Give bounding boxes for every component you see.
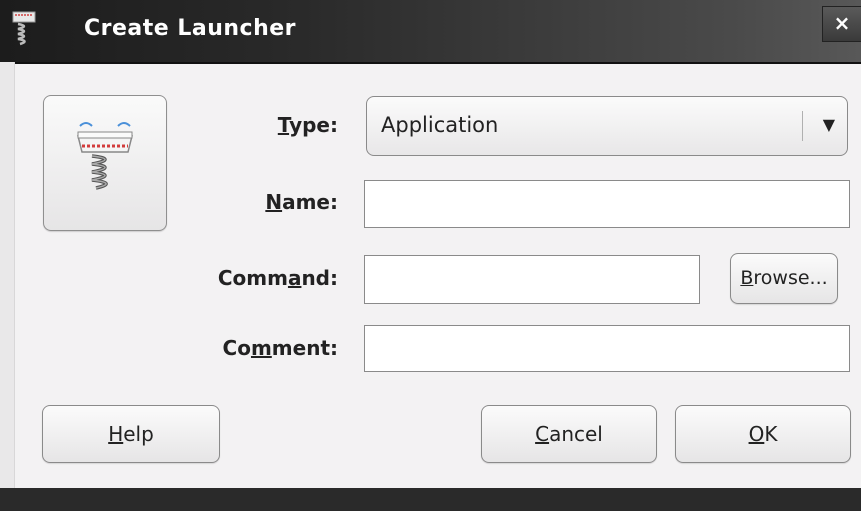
command-label: Command: [217,266,338,290]
create-launcher-dialog: Create Launcher × Type: Application ▼ Na… [0,0,861,511]
name-label: Name: [265,190,338,214]
title-bar[interactable]: Create Launcher × [0,0,861,64]
close-icon[interactable]: × [834,11,851,35]
cancel-button[interactable]: Cancel [481,405,657,463]
type-select[interactable]: Application ▼ [366,96,848,156]
command-field[interactable] [364,255,700,304]
chevron-down-icon[interactable]: ▼ [823,115,835,134]
launcher-icon-button[interactable] [43,95,167,231]
combo-separator [802,111,803,141]
launcher-spring-icon [77,122,133,190]
ok-button[interactable]: OK [675,405,851,463]
name-field[interactable] [364,180,850,228]
help-button[interactable]: Help [42,405,220,463]
type-select-value: Application [381,113,499,137]
comment-field[interactable] [364,325,850,372]
close-button[interactable]: × [822,6,861,42]
window-bottom-border [0,488,861,511]
type-label: Type: [277,113,338,137]
browse-button[interactable]: Browse... [730,253,838,304]
comment-label: Comment: [222,336,338,360]
window-title: Create Launcher [84,16,297,41]
window-left-edge [0,62,15,488]
launcher-spring-icon [12,10,36,50]
